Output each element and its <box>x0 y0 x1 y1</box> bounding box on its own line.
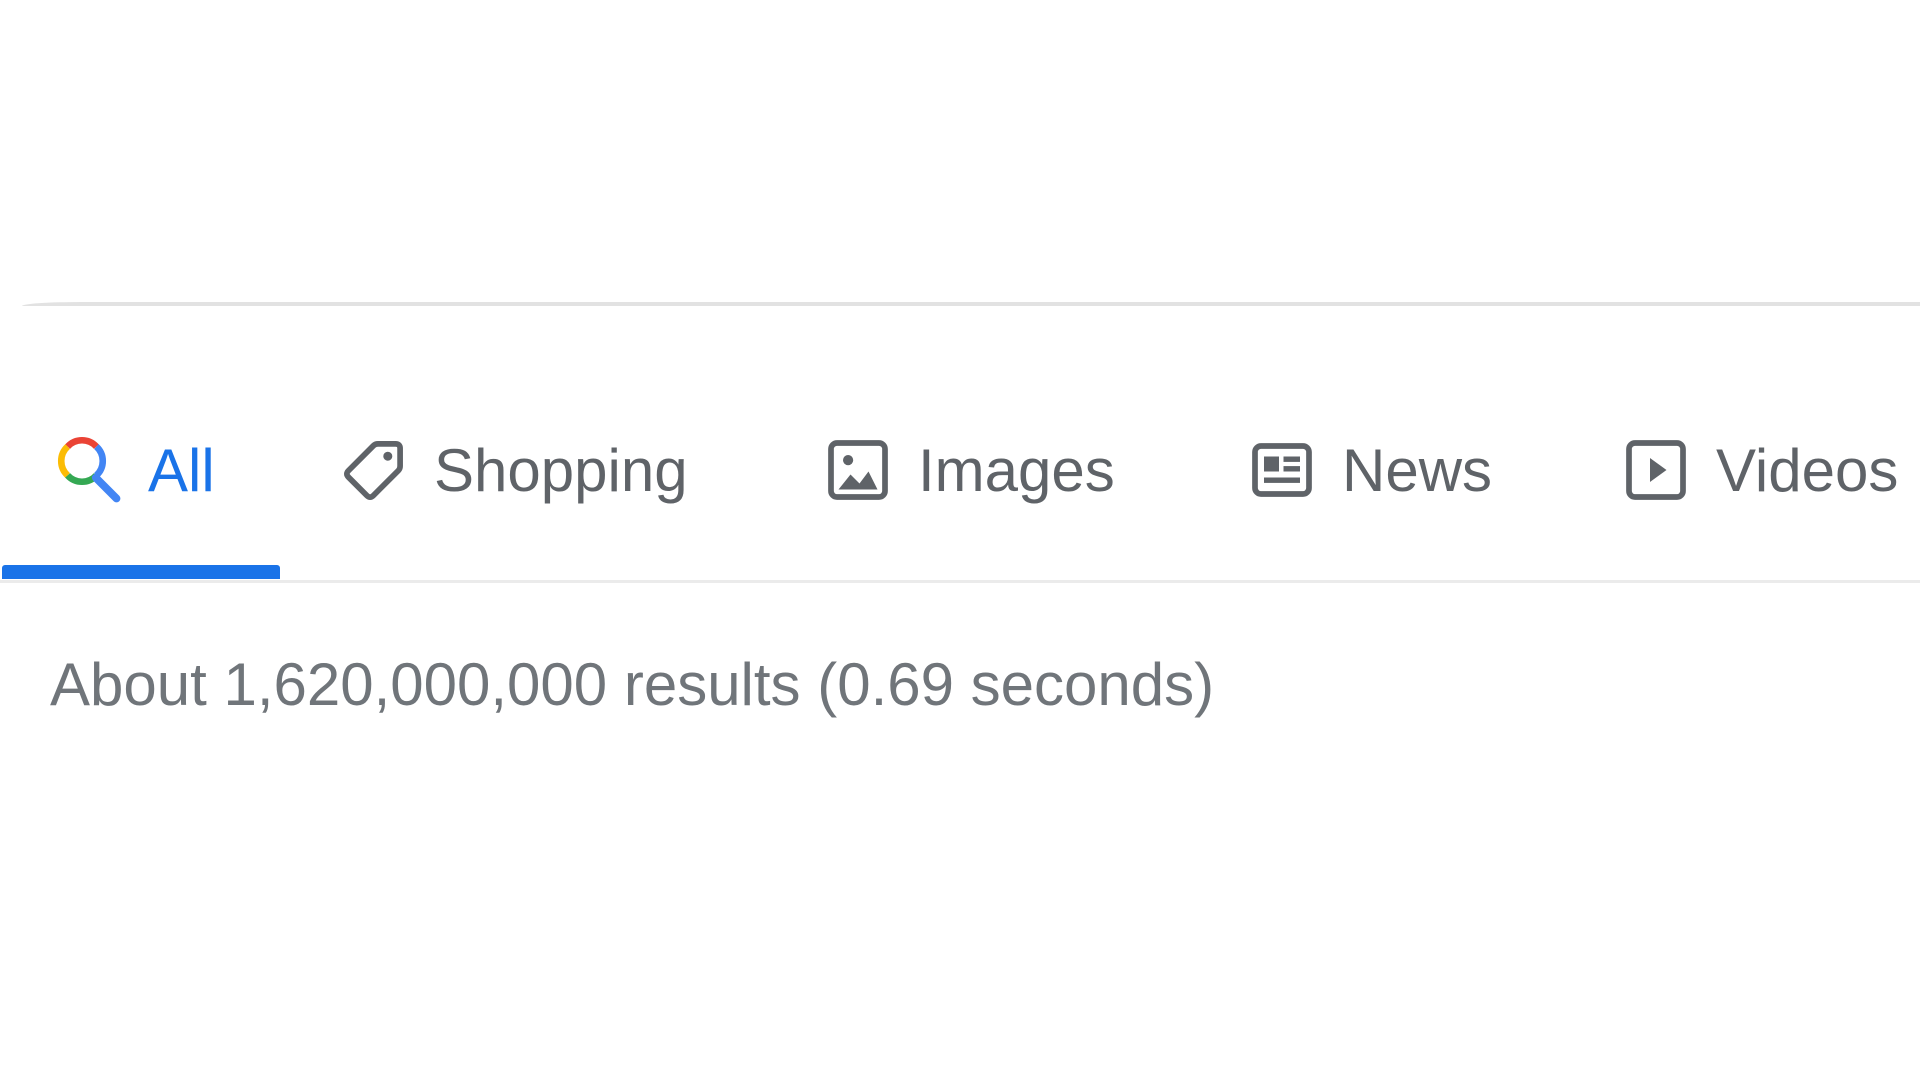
tab-shopping[interactable]: Shopping <box>338 415 688 525</box>
tab-videos-label: Videos <box>1716 436 1899 504</box>
search-icon <box>52 434 124 506</box>
play-icon <box>1620 434 1692 506</box>
tab-news-label: News <box>1342 436 1493 504</box>
tab-shopping-label: Shopping <box>434 436 688 504</box>
tag-icon <box>338 434 410 506</box>
image-icon <box>822 434 894 506</box>
search-results-page: All Shopping Images News Videos About 1,… <box>0 0 1920 1080</box>
search-box-divider <box>22 302 1920 306</box>
search-tabs: All Shopping Images News Videos <box>0 415 1920 575</box>
tab-all-label: All <box>148 436 215 504</box>
tab-images-label: Images <box>918 436 1115 504</box>
tabs-divider <box>0 580 1920 583</box>
tab-videos[interactable]: Videos <box>1620 415 1898 525</box>
tab-all[interactable]: All <box>52 415 215 525</box>
tab-news[interactable]: News <box>1246 415 1492 525</box>
news-icon <box>1246 434 1318 506</box>
tab-images[interactable]: Images <box>822 415 1115 525</box>
result-stats: About 1,620,000,000 results (0.69 second… <box>50 651 1215 718</box>
active-tab-indicator <box>2 565 280 579</box>
